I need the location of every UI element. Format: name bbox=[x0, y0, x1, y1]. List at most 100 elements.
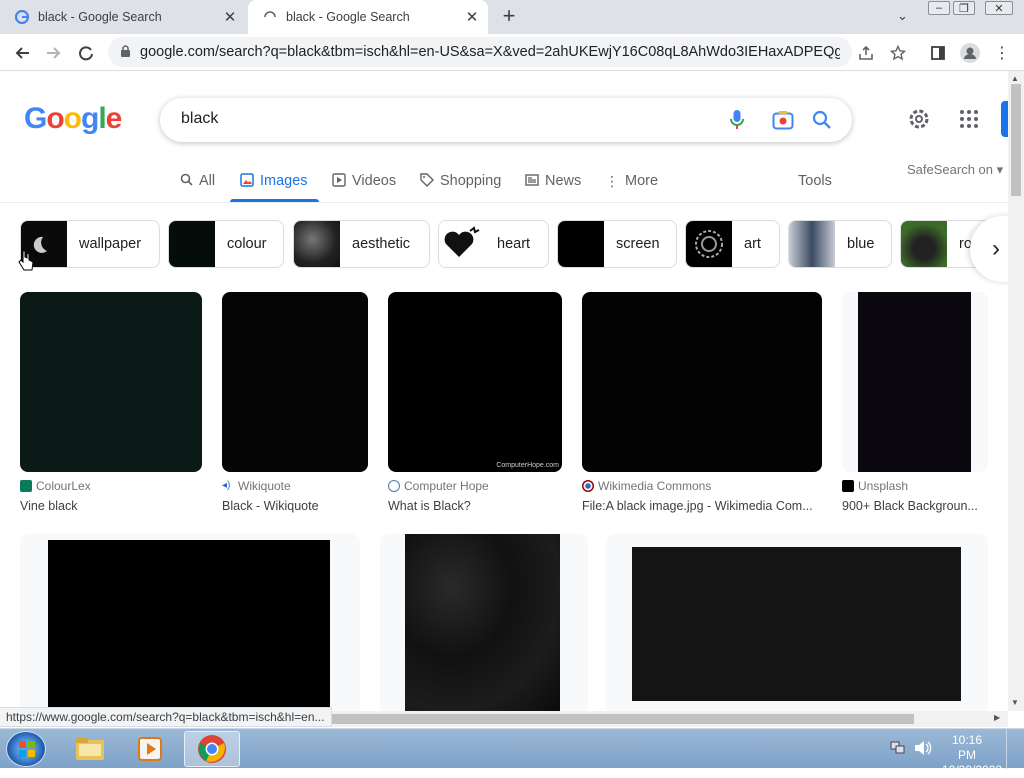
chip-wallpaper[interactable]: wallpaper bbox=[20, 220, 160, 268]
result-image[interactable] bbox=[632, 547, 961, 701]
tab-label: More bbox=[625, 173, 659, 189]
vertical-scroll-thumb[interactable] bbox=[1011, 84, 1021, 196]
tab-label: Shopping bbox=[440, 173, 502, 189]
taskbar-clock[interactable]: 10:16 PM 12/30/2022 bbox=[942, 733, 1002, 778]
chip-colour[interactable]: colour bbox=[168, 220, 284, 268]
bookmark-star-icon[interactable] bbox=[886, 41, 910, 65]
back-arrow-icon[interactable] bbox=[10, 41, 34, 65]
file-explorer-icon[interactable] bbox=[62, 731, 118, 767]
chip-screen[interactable]: screen bbox=[557, 220, 677, 268]
search-box[interactable]: black bbox=[160, 98, 852, 142]
share-icon[interactable] bbox=[854, 41, 878, 65]
result-image[interactable] bbox=[48, 540, 330, 710]
tab-close-icon[interactable]: ✕ bbox=[462, 7, 482, 27]
result-title[interactable]: Vine black bbox=[20, 499, 202, 513]
result-source[interactable]: ColourLex bbox=[20, 479, 91, 493]
chip-thumbnail bbox=[789, 221, 835, 267]
chip-heart[interactable]: heart bbox=[438, 220, 549, 268]
tab-images[interactable]: Images bbox=[240, 170, 308, 192]
tab-videos[interactable]: Videos bbox=[332, 170, 396, 192]
wikiquote-favicon-icon: ◂) bbox=[222, 480, 234, 492]
stop-loading-icon[interactable] bbox=[74, 41, 98, 65]
tab-search-chevron-icon[interactable]: ⌄ bbox=[897, 8, 908, 24]
chip-label: heart bbox=[497, 236, 531, 252]
caret-down-icon: ▾ bbox=[993, 162, 1004, 177]
scroll-down-arrow-icon[interactable]: ▼ bbox=[1011, 698, 1019, 707]
chip-thumbnail bbox=[901, 221, 947, 267]
search-query-input[interactable]: black bbox=[181, 110, 218, 128]
camera-lens-icon[interactable] bbox=[772, 110, 794, 135]
tab-label: News bbox=[545, 173, 582, 189]
result-title[interactable]: What is Black? bbox=[388, 499, 562, 513]
unsplash-favicon-icon bbox=[842, 480, 854, 492]
settings-gear-icon[interactable] bbox=[907, 107, 931, 136]
tab-news[interactable]: News bbox=[525, 170, 581, 192]
microphone-icon[interactable] bbox=[729, 109, 745, 136]
result-image[interactable] bbox=[20, 292, 202, 472]
source-name: Wikimedia Commons bbox=[598, 479, 712, 493]
result-image[interactable] bbox=[405, 534, 560, 712]
profile-avatar-icon[interactable] bbox=[958, 41, 982, 65]
chip-art[interactable]: art bbox=[685, 220, 780, 268]
tab-title: black - Google Search bbox=[286, 10, 410, 24]
tab-strip: black - Google Search ✕ black - Google S… bbox=[0, 0, 1024, 34]
tab-active[interactable]: black - Google Search ✕ bbox=[248, 0, 488, 34]
minimize-button[interactable]: – bbox=[928, 1, 950, 15]
chrome-taskbar-button[interactable] bbox=[184, 731, 240, 767]
result-image[interactable]: ComputerHope.com bbox=[388, 292, 562, 472]
tab-label: Videos bbox=[352, 173, 397, 189]
start-button[interactable] bbox=[6, 731, 46, 767]
side-panel-icon[interactable] bbox=[926, 41, 950, 65]
lock-icon[interactable] bbox=[120, 45, 131, 63]
tab-title: black - Google Search bbox=[38, 10, 162, 24]
close-window-button[interactable]: ✕ bbox=[985, 1, 1013, 15]
scroll-up-arrow-icon[interactable]: ▲ bbox=[1011, 74, 1019, 83]
result-title[interactable]: Black - Wikiquote bbox=[222, 499, 368, 513]
image-watermark: ComputerHope.com bbox=[496, 462, 559, 469]
result-source[interactable]: Computer Hope bbox=[388, 479, 489, 493]
show-desktop-button[interactable] bbox=[1006, 729, 1024, 769]
restore-button[interactable]: ❐ bbox=[953, 1, 975, 15]
network-icon[interactable] bbox=[890, 741, 906, 760]
forward-arrow-icon[interactable] bbox=[42, 41, 66, 65]
result-image[interactable] bbox=[222, 292, 368, 472]
chip-label: aesthetic bbox=[352, 236, 411, 252]
result-title[interactable]: 900+ Black Backgroun... bbox=[842, 499, 982, 513]
tab-more[interactable]: ⋮ More bbox=[605, 170, 658, 192]
tab-close-icon[interactable]: ✕ bbox=[220, 7, 240, 27]
header-divider bbox=[0, 202, 1008, 203]
loading-spinner-icon bbox=[262, 9, 278, 25]
address-bar[interactable]: google.com/search?q=black&tbm=isch&hl=en… bbox=[108, 37, 852, 67]
chip-blue[interactable]: blue bbox=[788, 220, 892, 268]
tab-shopping[interactable]: Shopping bbox=[420, 170, 501, 192]
image-icon bbox=[240, 172, 254, 190]
sign-in-button[interactable] bbox=[1001, 101, 1008, 137]
result-source[interactable]: ◂) Wikiquote bbox=[222, 479, 291, 493]
scroll-right-arrow-icon[interactable]: ▶ bbox=[994, 713, 1000, 722]
result-title[interactable]: File:A black image.jpg - Wikimedia Com..… bbox=[582, 499, 822, 513]
result-source[interactable]: Wikimedia Commons bbox=[582, 479, 711, 493]
result-image[interactable] bbox=[858, 292, 971, 472]
chrome-menu-icon[interactable]: ⋮ bbox=[990, 41, 1014, 65]
tools-button[interactable]: Tools bbox=[798, 170, 832, 192]
play-icon bbox=[332, 172, 346, 190]
chip-thumbnail bbox=[169, 221, 215, 267]
google-logo[interactable]: Google bbox=[24, 102, 122, 136]
tab-inactive[interactable]: black - Google Search ✕ bbox=[0, 0, 246, 34]
tab-label: All bbox=[199, 173, 216, 189]
media-player-icon[interactable] bbox=[122, 731, 178, 767]
search-submit-icon[interactable] bbox=[812, 110, 832, 135]
result-source[interactable]: Unsplash bbox=[842, 479, 908, 493]
volume-icon[interactable] bbox=[914, 740, 932, 761]
google-favicon-icon bbox=[14, 9, 30, 25]
chip-thumbnail bbox=[686, 221, 732, 267]
dots-vertical-icon: ⋮ bbox=[605, 172, 619, 189]
chip-aesthetic[interactable]: aesthetic bbox=[293, 220, 430, 268]
new-tab-button[interactable]: + bbox=[498, 5, 520, 28]
apps-grid-icon[interactable] bbox=[959, 109, 979, 134]
chip-thumbnail bbox=[294, 221, 340, 267]
tab-all[interactable]: All bbox=[180, 170, 215, 192]
safesearch-toggle[interactable]: SafeSearch on ▾ bbox=[907, 162, 1003, 178]
tab-label: Images bbox=[260, 173, 308, 189]
result-image[interactable] bbox=[582, 292, 822, 472]
